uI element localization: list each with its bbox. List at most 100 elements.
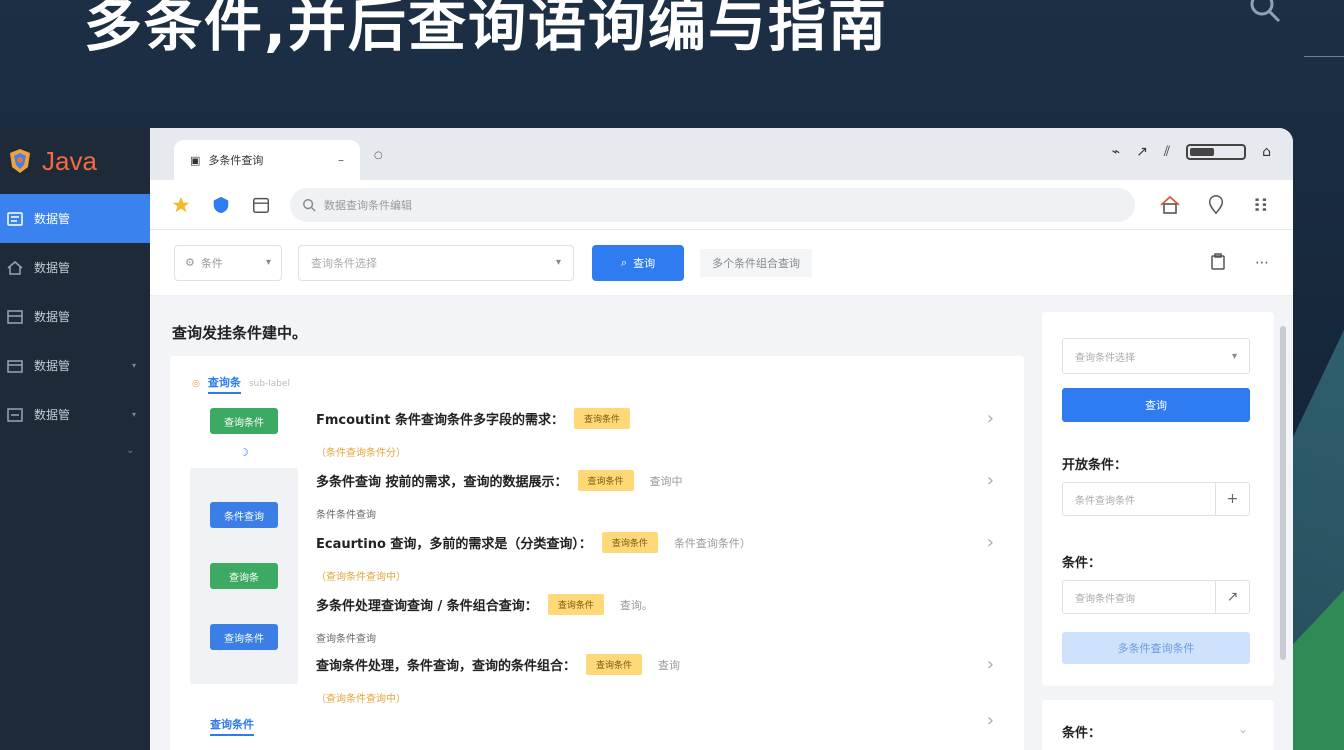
chevron-right-icon[interactable]: ›: [987, 532, 994, 553]
sidebar-item-label: 数据管: [34, 212, 71, 226]
menu-icon[interactable]: [1251, 194, 1273, 216]
java-logo-icon: [10, 149, 30, 173]
home-icon[interactable]: ⌂: [1262, 144, 1271, 160]
chevron-right-icon[interactable]: ›: [987, 654, 994, 675]
list-item[interactable]: Fmcoutint 条件查询条件多字段的需求： 查询条件: [316, 408, 630, 429]
sidebar: Java 数据管 数据管 数据管 数据管 ▾ 数据管 ▾ ⌄: [0, 128, 150, 750]
section-label[interactable]: 查询条件: [210, 716, 254, 736]
calendar-icon[interactable]: [250, 194, 272, 216]
star-icon[interactable]: [170, 194, 192, 216]
row-extra: 条件查询条件）: [673, 536, 751, 550]
url-input[interactable]: 数据查询条件编辑: [290, 187, 1135, 222]
status-badge: 查询条件: [577, 470, 634, 491]
chevron-right-icon[interactable]: ›: [987, 470, 994, 491]
field-label: 条件：: [1062, 556, 1102, 571]
row-question: 多条件处理查询查询 / 条件组合查询：: [316, 599, 538, 614]
list-item[interactable]: 多条件查询 按前的需求，查询的数据展示： 查询条件 查询中: [316, 470, 683, 491]
more-icon[interactable]: ⋯: [1255, 255, 1271, 271]
clipboard-icon[interactable]: [1209, 252, 1227, 274]
row-question: 多条件查询 按前的需求，查询的数据展示：: [316, 475, 568, 490]
filter-select-value: 查询条件选择: [1075, 352, 1135, 364]
status-badge: 查询条件: [586, 654, 643, 675]
filter-toolbar: ⚙ 条件 ▾ 查询条件选择 ▾ ⌕ 查询 多个条件组合查询 ⋯: [150, 230, 1293, 296]
house-icon[interactable]: [1159, 194, 1181, 216]
close-tab-icon[interactable]: –: [338, 153, 344, 167]
signal-icon: ⌁: [1111, 144, 1121, 160]
shield-icon[interactable]: [210, 194, 232, 216]
chevron-down-icon: ▾: [131, 361, 136, 370]
section-label[interactable]: 查询条: [207, 374, 241, 394]
filter-icon: ⚙: [185, 256, 195, 269]
network-icon: ⫽: [1163, 144, 1171, 160]
tag-button-4[interactable]: 查询条件: [210, 624, 278, 650]
add-icon[interactable]: +: [1215, 483, 1249, 515]
field-label: 开放条件：: [1062, 458, 1128, 473]
page-icon: ▣: [190, 153, 201, 167]
list-item[interactable]: Ecaurtino 查询，多前的需求是（分类查询）： 查询条件 条件查询条件）: [316, 532, 751, 553]
query-button[interactable]: ⌕ 查询: [592, 244, 684, 281]
query-condition-select[interactable]: 查询条件选择 ▾: [298, 244, 574, 281]
main-content: 查询发挂条件建中。 ◎ 查询条 sub-label 查询条件 ☽ 条件查询 查询…: [150, 296, 1293, 750]
chevron-right-icon[interactable]: ›: [987, 710, 994, 731]
condition-field[interactable]: 条件查询条件 +: [1062, 482, 1250, 516]
row-extra: 查询: [658, 658, 681, 672]
section-header: ◎ 查询条 sub-label: [192, 374, 290, 394]
moon-icon: ☽: [239, 446, 249, 459]
chevron-right-icon[interactable]: ›: [987, 408, 994, 429]
table-icon: [7, 309, 23, 324]
browser-tab[interactable]: ▣ 多条件查询 –: [174, 140, 360, 180]
query-condition-value: 查询条件选择: [311, 256, 377, 270]
status-badge: 查询条件: [547, 594, 604, 615]
sidebar-item-data-2[interactable]: 数据管: [0, 243, 150, 292]
combined-query-button[interactable]: 多个条件组合查询: [700, 248, 812, 277]
list-item[interactable]: 多条件处理查询查询 / 条件组合查询： 查询条件 查询。: [316, 594, 653, 615]
sidebar-item-data-5[interactable]: 数据管 ▾: [0, 390, 150, 439]
filter-select[interactable]: 查询条件选择 ▾: [1062, 338, 1250, 374]
row-extra: 查询中: [649, 474, 683, 488]
page-title: 查询发挂条件建中。: [172, 324, 308, 342]
url-placeholder: 数据查询条件编辑: [324, 198, 412, 212]
tag-button-1[interactable]: 查询条件: [210, 408, 278, 434]
home-icon: [7, 260, 23, 275]
condition-select[interactable]: ⚙ 条件 ▾: [174, 244, 282, 281]
sidebar-item-data-3[interactable]: 数据管: [0, 292, 150, 341]
new-tab-icon[interactable]: ○: [374, 150, 383, 161]
battery-icon: [1186, 144, 1247, 160]
filter-panel-2: 条件： ⌄: [1042, 700, 1274, 750]
row-question: 查询条件处理，条件查询，查询的条件组合：: [316, 659, 577, 674]
row-sub-text: 条件条件查询: [316, 510, 376, 521]
expand-icon[interactable]: ↗: [1215, 581, 1249, 613]
row-question: Fmcoutint 条件查询条件多字段的需求：: [316, 413, 564, 428]
condition-field-2[interactable]: 查询条件查询 ↗: [1062, 580, 1250, 614]
sidebar-more-caret[interactable]: ⌄: [0, 445, 150, 456]
status-badge: 查询条件: [573, 408, 630, 429]
wifi-icon: ↗: [1136, 144, 1148, 160]
chevron-down-icon: ▾: [131, 410, 136, 419]
multi-query-button[interactable]: 多条件查询条件: [1062, 632, 1250, 664]
brand[interactable]: Java: [0, 128, 150, 194]
list-item[interactable]: 查询条件处理，条件查询，查询的条件组合： 查询条件 查询: [316, 654, 680, 675]
scrollbar[interactable]: [1280, 326, 1286, 660]
search-icon: [1250, 0, 1281, 23]
search-icon: [303, 198, 316, 212]
chevron-down-icon[interactable]: ⌄: [1238, 722, 1248, 736]
dot-icon: ◎: [192, 379, 200, 389]
filter-query-button[interactable]: 查询: [1062, 388, 1250, 422]
sidebar-item-label: 数据管: [34, 408, 71, 422]
sidebar-item-data-1[interactable]: 数据管: [0, 194, 150, 243]
row-sub-text: （查询条件查询中）: [316, 572, 406, 583]
tag-button-3[interactable]: 查询条: [210, 563, 278, 589]
search-icon: ⌕: [620, 255, 628, 269]
sidebar-item-data-4[interactable]: 数据管 ▾: [0, 341, 150, 390]
field-label: 条件：: [1062, 726, 1102, 741]
row-sub-text: （查询条件查询中）: [316, 694, 406, 705]
page-headline: 多条件,并后查询语询编与指南: [84, 0, 889, 59]
address-bar: 数据查询条件编辑: [150, 180, 1293, 230]
browser-window: ▣ 多条件查询 – ○ ⌁ ↗ ⫽ ⌂ 数据查询条件编辑 ⚙ 条件 ▾ 查询条件…: [150, 128, 1293, 750]
tag-button-2[interactable]: 条件查询: [210, 502, 278, 528]
row-question: Ecaurtino 查询，多前的需求是（分类查询）：: [316, 537, 592, 552]
folder-icon: [7, 359, 23, 373]
location-pin-icon[interactable]: [1205, 194, 1227, 216]
chevron-down-icon: ▾: [555, 257, 561, 268]
window-status-icons: ⌁ ↗ ⫽ ⌂: [1112, 144, 1271, 160]
